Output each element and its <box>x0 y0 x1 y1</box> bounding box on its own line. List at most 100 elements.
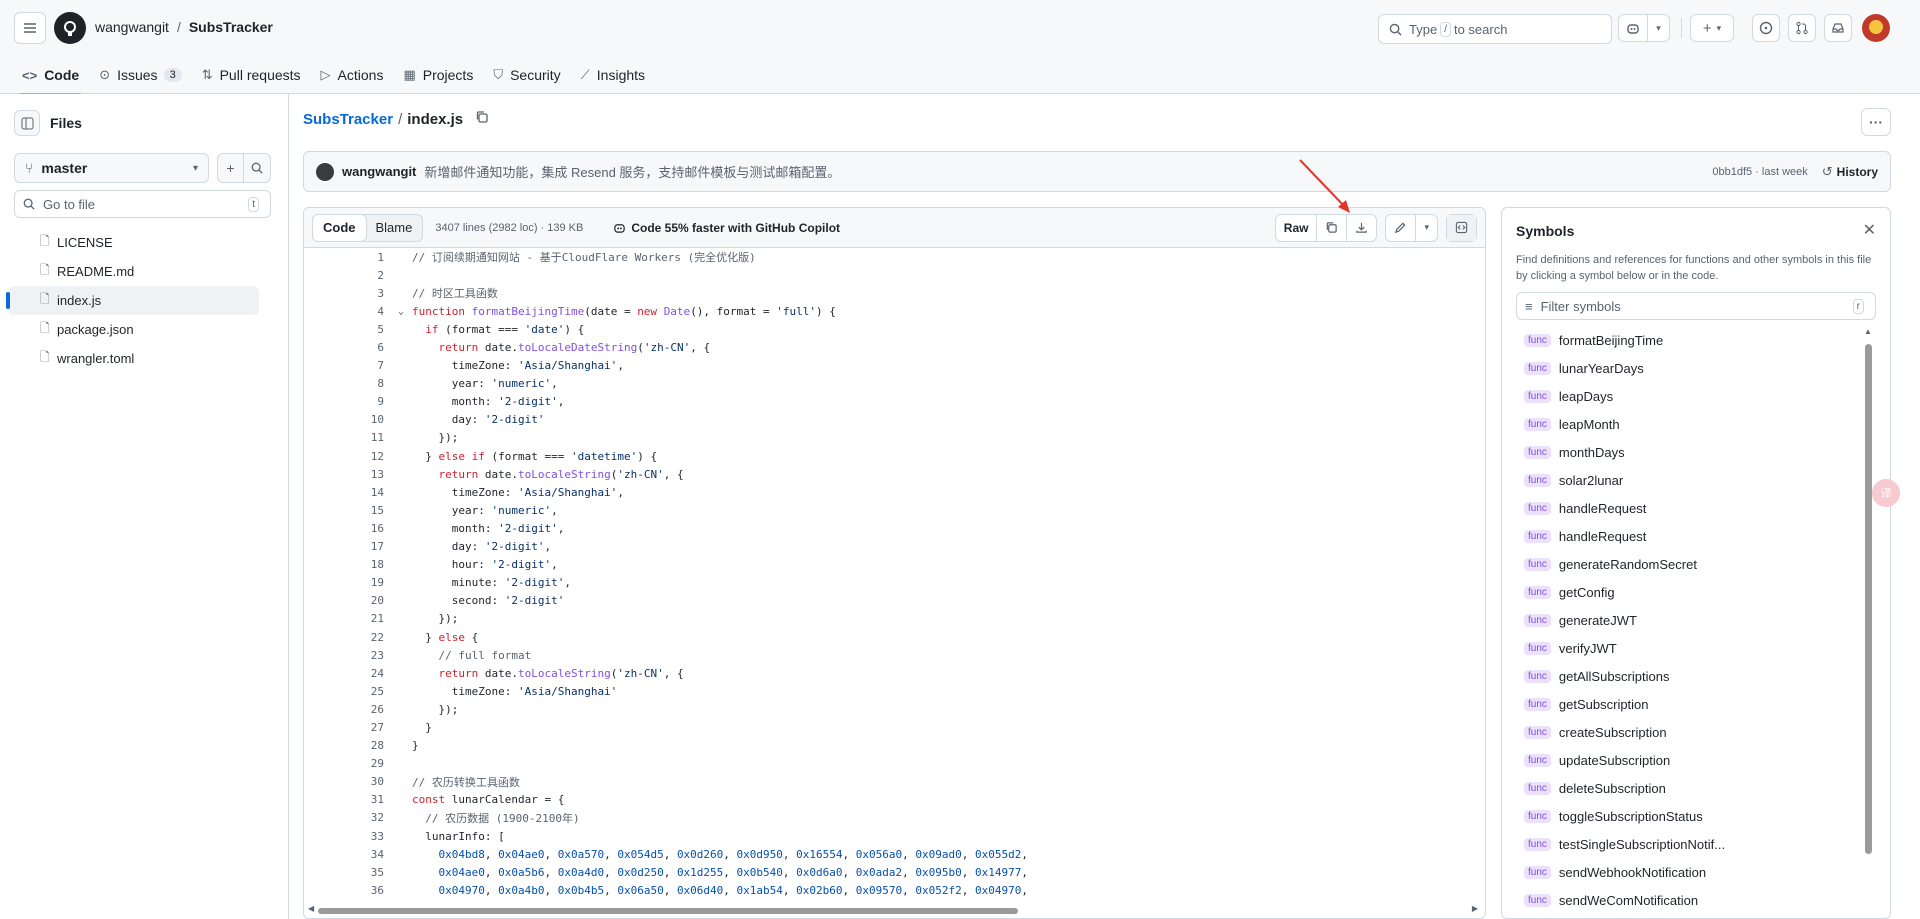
code-line[interactable]: 24 return date.toLocaleString('zh-CN', { <box>304 664 1485 682</box>
line-number[interactable]: 15 <box>304 504 390 517</box>
filter-symbols-input[interactable]: ≡ Filter symbols r <box>1516 292 1876 320</box>
line-number[interactable]: 21 <box>304 612 390 625</box>
user-avatar[interactable] <box>1862 14 1890 42</box>
code-line[interactable]: 3 // 时区工具函数 <box>304 284 1485 302</box>
author-avatar[interactable] <box>316 162 334 181</box>
symbol-item[interactable]: func generateJWT <box>1524 606 1864 634</box>
menu-button[interactable] <box>14 12 46 44</box>
line-number[interactable]: 4 <box>304 305 390 318</box>
code-view-tab[interactable]: Code <box>312 213 367 242</box>
scroll-right-arrow[interactable]: ▶ <box>1472 904 1478 913</box>
inbox-button[interactable] <box>1824 14 1852 42</box>
code-line[interactable]: 6 return date.toLocaleDateString('zh-CN'… <box>304 338 1485 356</box>
copilot-button[interactable] <box>1618 14 1648 42</box>
line-number[interactable]: 2 <box>304 269 390 282</box>
symbol-item[interactable]: func verifyJWT <box>1524 634 1864 662</box>
line-number[interactable]: 6 <box>304 341 390 354</box>
tab-pull-requests[interactable]: ⇅ Pull requests <box>192 56 311 94</box>
tab-actions[interactable]: ▷ Actions <box>311 56 394 94</box>
code-line[interactable]: 30 // 农历转换工具函数 <box>304 773 1485 791</box>
file-item-readme[interactable]: 🗋 README.md <box>8 257 259 286</box>
tab-code[interactable]: <> Code <box>12 56 89 95</box>
code-line[interactable]: 12 } else if (format === 'datetime') { <box>304 447 1485 465</box>
symbol-item[interactable]: func getSubscription <box>1524 690 1864 718</box>
code-line[interactable]: 28} <box>304 737 1485 755</box>
edit-dropdown-button[interactable]: ▾ <box>1416 215 1437 241</box>
symbol-item[interactable]: func solar2lunar <box>1524 466 1864 494</box>
file-item-index-js[interactable]: 🗋 index.js <box>6 286 259 315</box>
commit-message[interactable]: 新增邮件通知功能，集成 Resend 服务，支持邮件模板与测试邮箱配置。 <box>424 162 840 181</box>
code-line[interactable]: 17 day: '2-digit', <box>304 538 1485 556</box>
symbol-item[interactable]: func formatBeijingTime <box>1524 326 1864 354</box>
line-number[interactable]: 30 <box>304 775 390 788</box>
commit-meta[interactable]: 0bb1df5 · last week <box>1712 166 1807 178</box>
code-line[interactable]: 4 ⌄ function formatBeijingTime(date = new … <box>304 302 1485 320</box>
line-number[interactable]: 17 <box>304 540 390 553</box>
line-number[interactable]: 10 <box>304 413 390 426</box>
line-number[interactable]: 35 <box>304 866 390 879</box>
code-line[interactable]: 19 minute: '2-digit', <box>304 574 1485 592</box>
line-number[interactable]: 36 <box>304 884 390 897</box>
line-number[interactable]: 28 <box>304 739 390 752</box>
more-options-button[interactable]: ··· <box>1861 108 1891 136</box>
scroll-up-arrow[interactable]: ▲ <box>1864 327 1872 336</box>
symbol-item[interactable]: func lunarYearDays <box>1524 354 1864 382</box>
symbol-item[interactable]: func monthDays <box>1524 438 1864 466</box>
code-line[interactable]: 35 0x04ae0, 0x0a5b6, 0x0a4d0, 0x0d250, 0… <box>304 863 1485 881</box>
scrollbar-thumb[interactable] <box>1865 344 1872 854</box>
symbol-item[interactable]: func handleRequest <box>1524 494 1864 522</box>
line-number[interactable]: 33 <box>304 830 390 843</box>
issues-button[interactable] <box>1752 14 1780 42</box>
search-input[interactable]: Type / to search <box>1378 14 1612 44</box>
symbol-item[interactable]: func createSubscription <box>1524 718 1864 746</box>
code-line[interactable]: 20 second: '2-digit' <box>304 592 1485 610</box>
line-number[interactable]: 19 <box>304 576 390 589</box>
code-line[interactable]: 27 } <box>304 718 1485 736</box>
copilot-promo-link[interactable]: Code 55% faster with GitHub Copilot <box>613 221 840 235</box>
symbol-item[interactable]: func sendWeComNotification <box>1524 886 1864 914</box>
line-number[interactable]: 1 <box>304 251 390 264</box>
symbol-item[interactable]: func getAllSubscriptions <box>1524 662 1864 690</box>
github-logo[interactable] <box>54 12 86 44</box>
blame-view-tab[interactable]: Blame <box>366 215 423 241</box>
line-number[interactable]: 3 <box>304 287 390 300</box>
collapse-sidebar-button[interactable] <box>14 110 40 136</box>
code-line[interactable]: 32 // 农历数据 (1900-2100年) <box>304 809 1485 827</box>
tab-issues[interactable]: ⊙ Issues 3 <box>89 56 192 94</box>
line-number[interactable]: 22 <box>304 631 390 644</box>
pull-requests-button[interactable] <box>1788 14 1816 42</box>
line-number[interactable]: 16 <box>304 522 390 535</box>
file-item-license[interactable]: 🗋 LICENSE <box>8 228 259 257</box>
line-number[interactable]: 29 <box>304 757 390 770</box>
code-line[interactable]: 7 timeZone: 'Asia/Shanghai', <box>304 357 1485 375</box>
edit-file-button[interactable] <box>1386 214 1417 241</box>
repo-link[interactable]: SubsTracker <box>189 19 273 35</box>
code-line[interactable]: 33 lunarInfo: [ <box>304 827 1485 845</box>
search-files-button[interactable] <box>244 153 271 183</box>
symbol-item[interactable]: func testSingleSubscriptionNotif... <box>1524 830 1864 858</box>
code-line[interactable]: 26 }); <box>304 700 1485 718</box>
symbol-item[interactable]: func updateSubscription <box>1524 746 1864 774</box>
code-line[interactable]: 14 timeZone: 'Asia/Shanghai', <box>304 483 1485 501</box>
fold-chevron-icon[interactable]: ⌄ <box>390 306 412 317</box>
horizontal-scrollbar[interactable]: ◀ ▶ <box>308 904 1478 916</box>
line-number[interactable]: 31 <box>304 793 390 806</box>
line-number[interactable]: 25 <box>304 685 390 698</box>
owner-link[interactable]: wangwangit <box>95 19 169 35</box>
raw-button[interactable]: Raw <box>1276 214 1318 241</box>
code-line[interactable]: 16 month: '2-digit', <box>304 519 1485 537</box>
line-number[interactable]: 13 <box>304 468 390 481</box>
line-number[interactable]: 24 <box>304 667 390 680</box>
line-number[interactable]: 7 <box>304 359 390 372</box>
file-item-package-json[interactable]: 🗋 package.json <box>8 315 259 344</box>
code-line[interactable]: 13 return date.toLocaleString('zh-CN', { <box>304 465 1485 483</box>
branch-selector[interactable]: ⑂ master ▾ <box>14 153 209 183</box>
line-number[interactable]: 32 <box>304 811 390 824</box>
line-number[interactable]: 20 <box>304 594 390 607</box>
download-raw-button[interactable] <box>1347 215 1376 241</box>
line-number[interactable]: 14 <box>304 486 390 499</box>
symbol-item[interactable]: func handleRequest <box>1524 522 1864 550</box>
line-number[interactable]: 26 <box>304 703 390 716</box>
line-number[interactable]: 8 <box>304 377 390 390</box>
symbol-item[interactable]: func leapDays <box>1524 382 1864 410</box>
